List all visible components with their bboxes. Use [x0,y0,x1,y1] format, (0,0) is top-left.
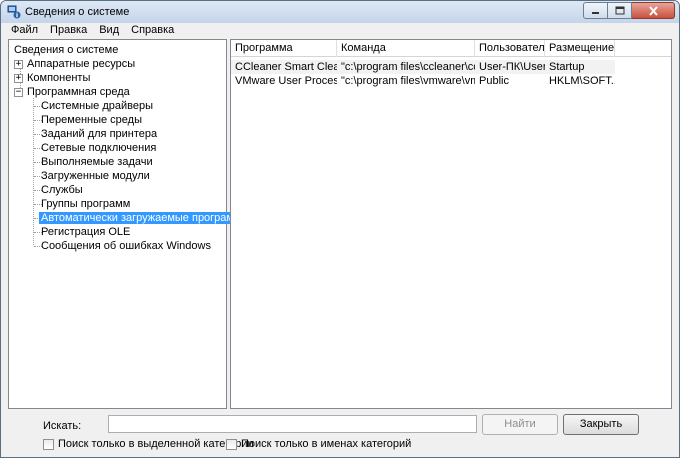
tree-child-label: Сообщения об ошибках Windows [41,240,211,252]
column-header-command[interactable]: Команда [337,40,475,57]
expand-plus-icon[interactable]: + [14,60,23,69]
list-header: Программа Команда Пользователь Размещени… [231,40,671,57]
tree-item-software-env[interactable]: − Программная среда [14,85,132,99]
tree-child-item[interactable]: Выполняемые задачи [39,155,155,169]
collapse-minus-icon[interactable]: − [14,88,23,97]
caption-buttons [583,2,675,20]
tree-child-item[interactable]: Службы [39,183,85,197]
tree-child-label: Службы [41,184,83,196]
search-category-names-option[interactable]: Поиск только в именах категорий [226,437,411,451]
tree-child-label: Автоматически загружаемые программы [39,212,252,224]
tree-item-label: Аппаратные ресурсы [27,58,136,70]
minimize-icon [592,11,599,14]
location-cell: HKLM\SOFT... [549,75,615,87]
search-selected-category-option[interactable]: Поиск только в выделенной категории [43,437,254,451]
tree-child-label: Загруженные модули [41,170,150,182]
close-window-button[interactable] [632,2,675,19]
tree-child-item[interactable]: Группы программ [39,197,132,211]
tree-child-label: Регистрация OLE [41,226,131,238]
tree-child-item[interactable]: Автоматически загружаемые программы [39,211,252,225]
menu-help[interactable]: Справка [125,23,180,37]
menu-file[interactable]: Файл [1,23,44,37]
tree-item-label: Компоненты [27,72,91,84]
tree-child-item[interactable]: Заданий для принтера [39,127,159,141]
tree-item-label: Программная среда [27,86,130,98]
search-category-names-label: Поиск только в именах категорий [241,438,412,450]
details-list[interactable]: Программа Команда Пользователь Размещени… [230,39,672,409]
search-category-names-checkbox[interactable] [226,438,237,450]
tree-child-label: Системные драйверы [41,100,153,112]
menu-view[interactable]: Вид [93,23,125,37]
user-cell: Public [479,75,509,87]
search-selected-category-checkbox[interactable] [43,438,54,450]
tree-child-item[interactable]: Регистрация OLE [39,225,132,239]
tree-root-label: Сведения о системе [14,44,119,56]
tree-child-item[interactable]: Системные драйверы [39,99,155,113]
expand-plus-icon[interactable]: + [14,74,23,83]
search-input[interactable] [108,415,477,433]
tree-child-label: Переменные среды [41,114,142,126]
column-header-program[interactable]: Программа [231,40,337,57]
tree-item-hardware[interactable]: + Аппаратные ресурсы [14,57,137,71]
program-cell: CCleaner Smart Cleani... [235,61,337,73]
category-tree[interactable]: Сведения о системе + Аппаратные ресурсы … [8,39,252,409]
tree-child-label: Заданий для принтера [41,128,158,140]
close-button[interactable]: Закрыть [563,414,639,435]
tree-child-item[interactable]: Сообщения об ошибках Windows [39,239,213,253]
search-selected-category-label: Поиск только в выделенной категории [58,438,254,450]
minimize-button[interactable] [583,2,608,19]
column-header-location[interactable]: Размещение [545,40,615,57]
system-info-icon [7,5,21,19]
menu-bar: Файл Правка Вид Справка [1,23,679,37]
tree-child-item[interactable]: Сетевые подключения [39,141,158,155]
tree-root[interactable]: Сведения о системе [12,43,120,57]
command-cell: "c:\program files\ccleaner\ccle... [341,61,475,73]
column-header-user[interactable]: Пользователь [475,40,545,57]
client-area: Сведения о системе + Аппаратные ресурсы … [1,37,679,457]
maximize-icon [615,6,624,15]
table-row[interactable]: VMware User Process "c:\program files\vmw… [231,74,615,88]
command-cell: "c:\program files\vmware\vmw... [341,75,475,87]
tree-child-label: Выполняемые задачи [41,156,153,168]
close-icon [648,5,658,16]
menu-edit[interactable]: Правка [44,23,93,37]
tree-child-label: Сетевые подключения [41,142,157,154]
find-button[interactable]: Найти [482,414,558,435]
maximize-button[interactable] [608,2,632,19]
system-info-window: Сведения о системе Файл Правка Вид Справ… [0,0,680,458]
title-bar[interactable]: Сведения о системе [1,1,679,23]
program-cell: VMware User Process [235,75,337,87]
location-cell: Startup [549,61,585,73]
tree-child-item[interactable]: Переменные среды [39,113,144,127]
window-title: Сведения о системе [25,6,130,18]
search-label: Искать: [43,420,82,432]
user-cell: User-ПК\User [479,61,545,73]
tree-child-item[interactable]: Загруженные модули [39,169,152,183]
tree-item-components[interactable]: + Компоненты [14,71,92,85]
tree-child-label: Группы программ [41,198,131,210]
table-row[interactable]: CCleaner Smart Cleani... "c:\program file… [231,60,615,74]
